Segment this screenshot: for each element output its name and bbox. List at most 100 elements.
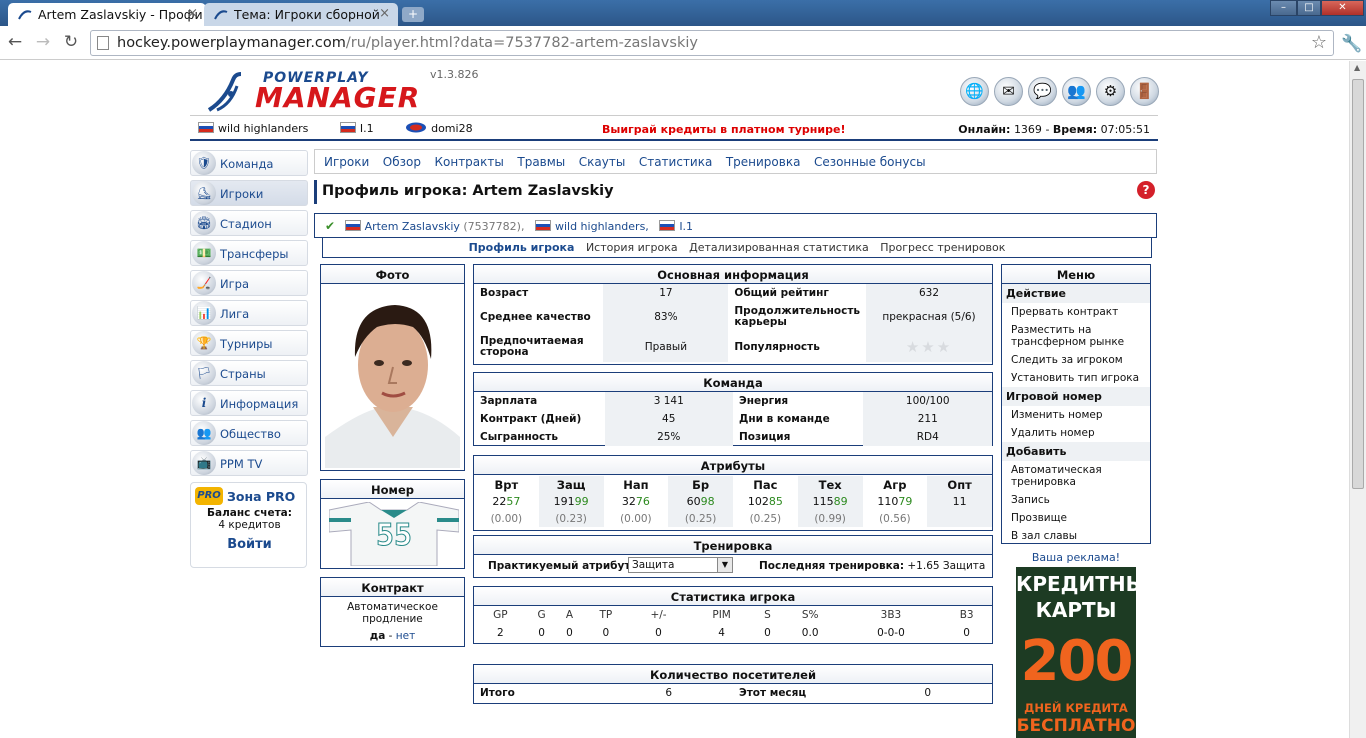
practiced-attribute-select[interactable]: Защита ▼ (628, 557, 733, 573)
address-bar[interactable]: hockey.powerplaymanager.com/ru/player.ht… (90, 30, 1334, 56)
sidebar-item-ppm-tv[interactable]: 📺 PPM TV (190, 450, 308, 476)
attr-base: 115 (812, 495, 834, 508)
sidebar-item-community[interactable]: 👥 Общество (190, 420, 308, 446)
attr-delta: (0.99) (797, 510, 863, 527)
back-arrow-icon[interactable]: ← (5, 32, 25, 52)
menu-change-number[interactable]: Изменить номер (1002, 406, 1150, 424)
menu-note[interactable]: Запись (1002, 491, 1150, 509)
ppm-news-icon[interactable]: 🌐 (960, 77, 989, 106)
pro-zone-title[interactable]: Зона PRO (227, 489, 295, 504)
menu-watch-player[interactable]: Следить за игроком (1002, 351, 1150, 369)
wrench-icon[interactable]: 🔧 (1341, 34, 1362, 54)
infobar-league-link[interactable]: I.1 (339, 122, 388, 135)
scroll-up-icon[interactable]: ▲ (1354, 63, 1360, 72)
info-label: Среднее качество (480, 310, 591, 323)
menu-auto-training[interactable]: Автоматическая тренировка (1002, 461, 1150, 491)
russia-flag-icon (344, 220, 361, 231)
tab-player-profile[interactable]: Профиль игрока (469, 241, 575, 254)
menu-hall-of-fame[interactable]: В зал славы (1002, 527, 1150, 545)
jersey-number: 55 (375, 518, 413, 554)
sidebar-item-label: Трансферы (220, 247, 289, 261)
sidebar-item-game[interactable]: 🏒 Игра (190, 270, 308, 296)
chat-icon[interactable]: 💬 (1028, 77, 1057, 106)
pro-login-link[interactable]: Войти (191, 537, 308, 552)
url-text[interactable]: hockey.powerplaymanager.com/ru/player.ht… (117, 35, 698, 51)
subnav-contracts[interactable]: Контракты (434, 155, 503, 169)
menu-nickname[interactable]: Прозвище (1002, 509, 1150, 527)
stats-header: S (764, 609, 771, 621)
tab-detailed-statistics[interactable]: Детализированная статистика (689, 241, 869, 254)
stats-value: 0 (566, 627, 573, 639)
tab-player-history[interactable]: История игрока (586, 241, 678, 254)
auto-extension-no[interactable]: нет (396, 630, 415, 642)
paid-tournament-promo[interactable]: Выиграй кредиты в платном турнире! (602, 123, 845, 136)
logout-door-icon[interactable]: 🚪 (1130, 77, 1159, 106)
info-label: Предпочитаемая сторона (480, 335, 584, 358)
maximize-button[interactable]: □ (1297, 0, 1321, 16)
minimize-button[interactable]: – (1270, 0, 1297, 16)
sidebar-item-team[interactable]: 🛡 Команда (190, 150, 308, 176)
page-scrollbar[interactable]: ▲ (1349, 61, 1366, 738)
breadcrumb-player-link[interactable]: Artem Zaslavskiy (365, 220, 460, 233)
contract-panel: Контракт Автоматическое продление да - н… (320, 577, 465, 647)
breadcrumb-league-link[interactable]: I.1 (679, 220, 693, 233)
sidebar-item-tournaments[interactable]: 🏆 Турниры (190, 330, 308, 356)
powerplay-favicon-icon (214, 10, 228, 20)
close-window-button[interactable]: ✕ (1321, 0, 1364, 16)
reload-icon[interactable]: ↻ (61, 32, 81, 52)
tab-forum-topic[interactable]: Тема: Игроки сборной × (204, 3, 398, 26)
close-icon[interactable]: × (379, 6, 390, 21)
tab-player-profile[interactable]: Artem Zaslavskiy - Профи × (8, 3, 206, 26)
info-value: RD4 (863, 428, 992, 446)
tab-training-progress[interactable]: Прогресс тренировок (880, 241, 1005, 254)
bookmark-star-icon[interactable]: ☆ (1311, 32, 1327, 53)
subnav-statistics[interactable]: Статистика (639, 155, 713, 169)
new-tab-button[interactable]: + (402, 7, 424, 22)
sidebar-item-countries[interactable]: 🏳 Страны (190, 360, 308, 386)
forward-arrow-icon[interactable]: → (33, 32, 53, 52)
russia-flag-icon (198, 122, 214, 133)
credit-cards-ad-banner[interactable]: КРЕДИТНЫЕКАРТЫ 200 ДНЕЙ КРЕДИТА БЕСПЛАТН… (1016, 567, 1136, 738)
auto-extension-yes[interactable]: да (370, 630, 386, 642)
settings-gear-icon[interactable]: ⚙ (1096, 77, 1125, 106)
menu-set-player-type[interactable]: Установить тип игрока (1002, 369, 1150, 387)
subnav-players[interactable]: Игроки (324, 155, 369, 169)
close-icon[interactable]: × (187, 6, 198, 21)
friends-icon[interactable]: 👥 (1062, 77, 1091, 106)
stadium-icon: 🏟 (192, 211, 216, 235)
ad-line-4: БЕСПЛАТНО (1016, 716, 1136, 736)
subnav-season-bonuses[interactable]: Сезонные бонусы (814, 155, 926, 169)
menu-list-on-transfer-market[interactable]: Разместить на трансферном рынке (1002, 321, 1150, 351)
url-host: hockey.powerplaymanager.com (117, 35, 346, 51)
subnav-training[interactable]: Тренировка (726, 155, 801, 169)
breadcrumb-team-link[interactable]: wild highlanders, (555, 220, 649, 233)
logo-manager-text: MANAGER (255, 81, 421, 114)
info-label: Контракт (Дней) (480, 413, 582, 425)
online-label: Онлайн: (958, 123, 1011, 136)
panel-title: Статистика игрока (474, 587, 992, 606)
subnav-scouts[interactable]: Скауты (579, 155, 626, 169)
page-content: POWERPLAY MANAGER v1.3.826 🌐 ✉ 💬 👥 ⚙ 🚪 w… (0, 61, 1349, 738)
sidebar-item-stadium[interactable]: 🏟 Стадион (190, 210, 308, 236)
sidebar-item-transfers[interactable]: 💵 Трансферы (190, 240, 308, 266)
help-icon[interactable]: ? (1137, 181, 1155, 199)
scrollbar-thumb[interactable] (1352, 79, 1364, 489)
sidebar-item-league[interactable]: 📊 Лига (190, 300, 308, 326)
infobar-team-link[interactable]: wild highlanders (198, 122, 322, 135)
your-ad-link[interactable]: Ваша реклама! (1001, 551, 1151, 564)
infobar-user-link[interactable]: domi28 (405, 122, 486, 135)
subnav-injuries[interactable]: Травмы (517, 155, 565, 169)
attr-progress: 79 (898, 495, 913, 508)
sidebar-item-information[interactable]: i Информация (190, 390, 308, 416)
breadcrumb: ✔ Artem Zaslavskiy (7537782), wild highl… (314, 213, 1157, 238)
menu-terminate-contract[interactable]: Прервать контракт (1002, 303, 1150, 321)
stats-value: 0 (538, 627, 545, 639)
powerplay-manager-logo[interactable]: POWERPLAY MANAGER (207, 68, 422, 114)
chevron-down-icon[interactable]: ▼ (717, 558, 732, 572)
sidebar-item-players[interactable]: ⛸ Игроки (190, 180, 308, 206)
menu-section-add: Добавить (1002, 442, 1150, 461)
mail-icon[interactable]: ✉ (994, 77, 1023, 106)
menu-delete-number[interactable]: Удалить номер (1002, 424, 1150, 442)
subnav-overview[interactable]: Обзор (383, 155, 421, 169)
sidebar-item-label: Стадион (220, 217, 272, 231)
